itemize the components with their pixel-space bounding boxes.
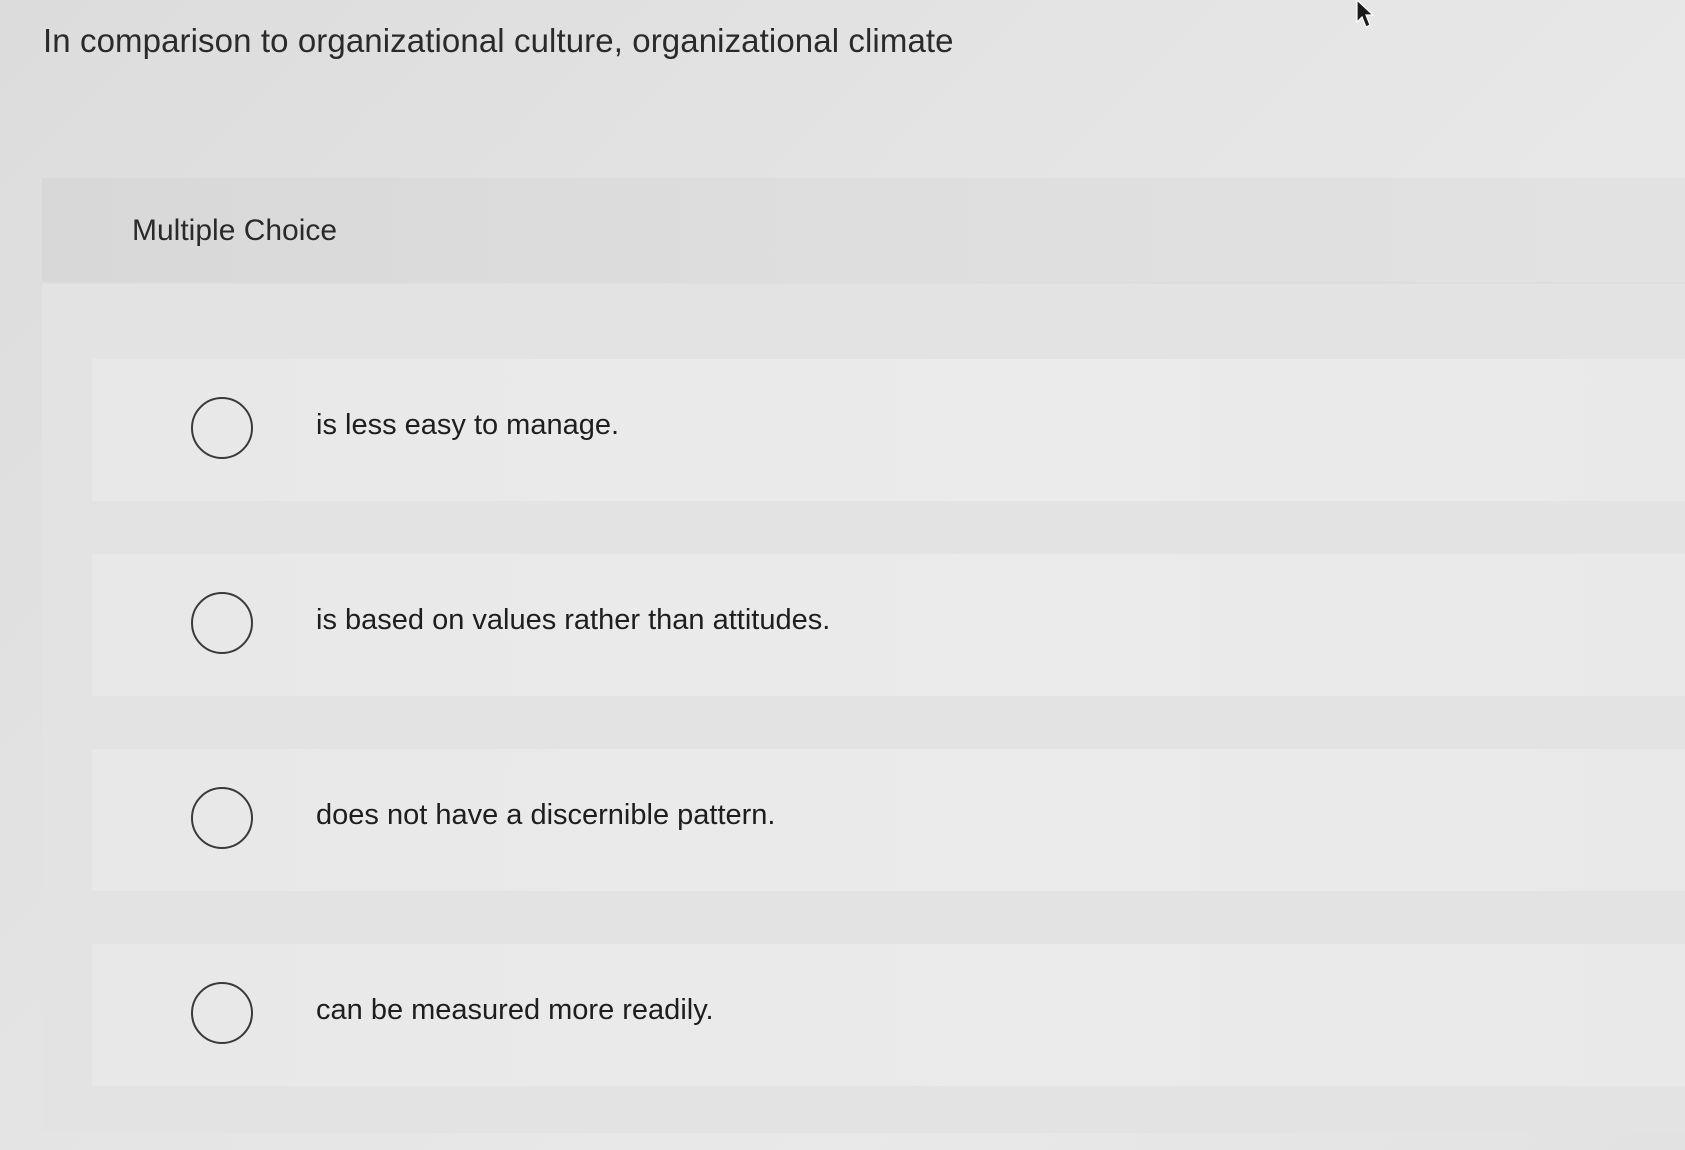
answer-option-text[interactable]: is based on values rather than attitudes… [316, 604, 830, 637]
answer-option[interactable]: can be measured more readily. [92, 943, 1685, 1138]
answer-option-text[interactable]: is less easy to manage. [316, 409, 619, 442]
radio-unchecked-icon[interactable] [191, 397, 253, 459]
panel-header: Multiple Choice [42, 178, 1685, 282]
answer-option-card[interactable]: is based on values rather than attitudes… [92, 554, 1685, 696]
question-type-label: Multiple Choice [132, 214, 338, 247]
answer-option-text[interactable]: does not have a discernible pattern. [316, 799, 775, 832]
multiple-choice-panel: Multiple Choice is less easy to manage. … [42, 178, 1685, 1133]
answer-option-card[interactable]: can be measured more readily. [92, 944, 1685, 1086]
answer-option[interactable]: is less easy to manage. [92, 358, 1685, 553]
answer-option-card[interactable]: does not have a discernible pattern. [92, 749, 1685, 891]
answer-option[interactable]: is based on values rather than attitudes… [92, 553, 1685, 748]
answer-option-text[interactable]: can be measured more readily. [316, 994, 714, 1027]
answer-options: is less easy to manage. is based on valu… [92, 358, 1685, 1138]
answer-option-card[interactable]: is less easy to manage. [92, 359, 1685, 501]
answer-option[interactable]: does not have a discernible pattern. [92, 748, 1685, 943]
radio-unchecked-icon[interactable] [191, 592, 253, 654]
radio-unchecked-icon[interactable] [191, 787, 253, 849]
mouse-pointer-icon [1356, 0, 1375, 28]
radio-unchecked-icon[interactable] [191, 982, 253, 1044]
question-text: In comparison to organizational culture,… [43, 22, 954, 59]
